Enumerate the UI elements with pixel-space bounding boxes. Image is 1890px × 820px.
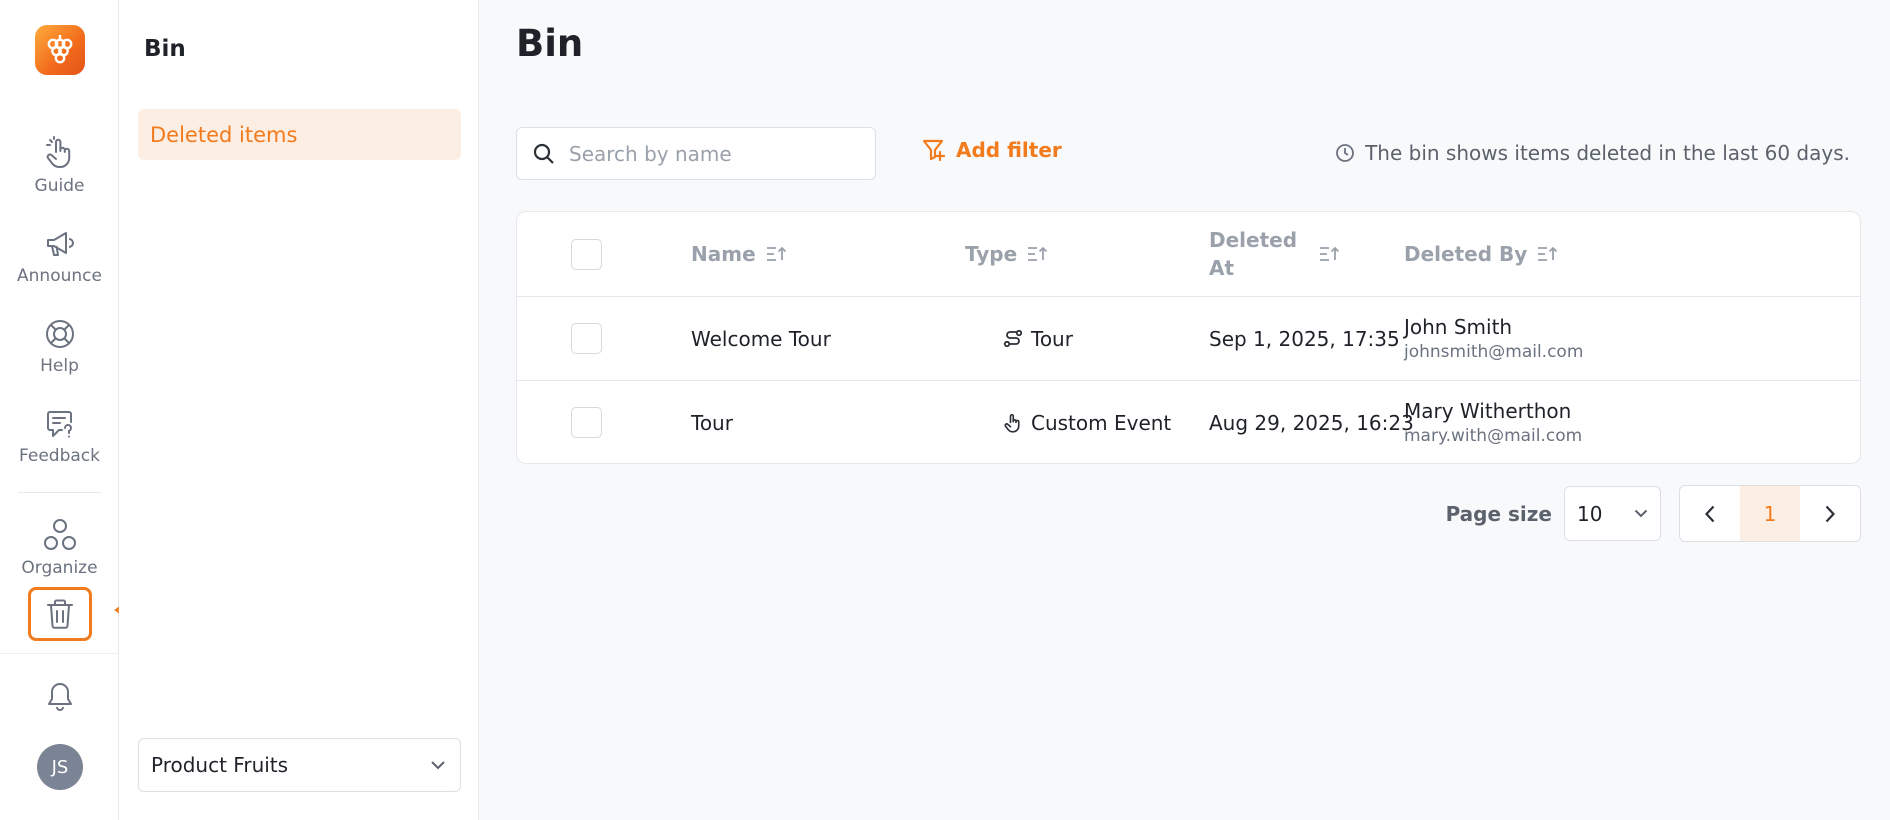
item-type: Tour	[1003, 297, 1073, 380]
rail-divider	[18, 492, 101, 493]
main-content: Bin Add filter The bin shows items delet…	[479, 0, 1890, 820]
deleted-by-email: mary.with@mail.com	[1404, 426, 1583, 446]
organize-icon	[43, 519, 76, 550]
column-header-deleted-at-line2: At	[1209, 256, 1235, 280]
deleted-by-email: johnsmith@mail.com	[1404, 342, 1584, 362]
item-type-label: Custom Event	[1031, 410, 1172, 435]
item-deleted-by: John Smith johnsmith@mail.com	[1404, 297, 1583, 380]
grapes-icon	[47, 35, 73, 64]
page-size-select[interactable]: 10	[1564, 486, 1661, 541]
search-box[interactable]	[516, 127, 876, 180]
add-filter-label: Add filter	[956, 138, 1062, 162]
rail-item-bin[interactable]	[28, 587, 92, 641]
column-header-deleted-by[interactable]: Deleted By	[1404, 212, 1559, 296]
tour-icon	[1003, 329, 1023, 347]
deleted-by-name: John Smith	[1404, 315, 1513, 339]
pointer-hand-icon	[45, 136, 70, 168]
row-checkbox[interactable]	[571, 323, 602, 354]
item-name: Welcome Tour	[691, 326, 831, 351]
column-header-name-label: Name	[691, 242, 756, 266]
page-nav: 1	[1679, 485, 1861, 542]
notifications-button[interactable]	[0, 678, 119, 718]
row-checkbox[interactable]	[571, 407, 602, 438]
chevron-right-icon	[1825, 505, 1835, 522]
rail-item-organize[interactable]: Organize	[0, 518, 119, 578]
rail-item-guide-label: Guide	[34, 176, 85, 196]
rail-item-help[interactable]: Help	[0, 318, 119, 376]
next-page-button[interactable]	[1800, 486, 1860, 541]
rail-item-feedback[interactable]: Feedback	[0, 408, 119, 466]
sort-icon	[1538, 246, 1558, 261]
page-size-label: Page size	[1445, 501, 1552, 526]
column-header-deleted-at-label: Deleted At	[1209, 226, 1309, 282]
item-type-label: Tour	[1031, 326, 1073, 351]
workspace-select[interactable]: Product Fruits	[138, 738, 461, 792]
clock-icon	[1336, 144, 1354, 162]
column-header-deleted-at[interactable]: Deleted At	[1209, 212, 1341, 296]
current-page-button[interactable]: 1	[1740, 486, 1800, 541]
column-header-name[interactable]: Name	[691, 212, 788, 296]
sort-icon	[766, 246, 786, 261]
feedback-icon	[46, 411, 72, 438]
deleted-items-table: Name Type Deleted At Deleted By Welcome T…	[516, 211, 1861, 464]
avatar[interactable]: JS	[37, 744, 83, 790]
page-title: Bin	[516, 22, 584, 65]
rail-item-announce-label: Announce	[17, 266, 102, 286]
trash-icon	[47, 599, 73, 629]
filter-add-icon	[922, 139, 946, 162]
rail-item-organize-label: Organize	[21, 558, 98, 578]
retention-note: The bin shows items deleted in the last …	[1335, 141, 1850, 165]
table-row[interactable]: Tour Custom Event Aug 29, 2025, 16:23 Ma…	[517, 381, 1860, 463]
rail-item-feedback-label: Feedback	[19, 446, 100, 466]
rail-item-help-label: Help	[40, 356, 79, 376]
chevron-left-icon	[1705, 505, 1715, 522]
rail-item-announce[interactable]: Announce	[0, 228, 119, 286]
sort-icon	[1320, 246, 1340, 261]
rail-bottom-divider	[0, 653, 119, 654]
add-filter-button[interactable]: Add filter	[922, 138, 1062, 162]
lifebuoy-icon	[45, 320, 74, 348]
item-deleted-by: Mary Witherthon mary.with@mail.com	[1404, 381, 1583, 463]
column-header-type[interactable]: Type	[965, 212, 1049, 296]
icon-rail: Guide Announce Help Feedback Organize JS	[0, 0, 119, 820]
secondary-sidebar: Bin Deleted items Product Fruits	[119, 0, 479, 820]
chevron-down-icon	[431, 761, 445, 770]
column-header-type-label: Type	[965, 242, 1018, 266]
custom-event-icon	[1004, 413, 1020, 433]
sidebar-title: Bin	[144, 36, 186, 62]
pagination: Page size 10 1	[1446, 485, 1861, 542]
item-name: Tour	[691, 410, 733, 435]
select-all-checkbox[interactable]	[571, 238, 602, 270]
workspace-name: Product Fruits	[151, 753, 289, 777]
table-row[interactable]: Welcome Tour Tour Sep 1, 2025, 17:35 Joh…	[517, 297, 1860, 381]
table-header-row: Name Type Deleted At Deleted By	[517, 212, 1860, 297]
search-icon	[533, 143, 554, 164]
item-type: Custom Event	[1003, 381, 1172, 463]
bell-icon	[47, 683, 72, 711]
search-input[interactable]	[567, 140, 851, 167]
item-deleted-at: Sep 1, 2025, 17:35	[1209, 326, 1400, 351]
page-size-value: 10	[1577, 501, 1603, 526]
column-header-deleted-by-label: Deleted By	[1404, 242, 1528, 266]
retention-note-text: The bin shows items deleted in the last …	[1365, 141, 1850, 165]
sort-icon	[1028, 246, 1048, 261]
column-header-deleted-at-line1: Deleted	[1209, 228, 1298, 252]
item-deleted-at: Aug 29, 2025, 16:23	[1209, 410, 1414, 435]
prev-page-button[interactable]	[1680, 486, 1740, 541]
sidebar-item-label: Deleted items	[150, 122, 298, 147]
chevron-down-icon	[1634, 509, 1648, 518]
megaphone-icon	[46, 232, 74, 256]
rail-item-guide[interactable]: Guide	[0, 136, 119, 196]
deleted-by-name: Mary Witherthon	[1404, 399, 1572, 423]
app-logo[interactable]	[35, 25, 85, 75]
sidebar-item-deleted-items[interactable]: Deleted items	[138, 109, 461, 160]
